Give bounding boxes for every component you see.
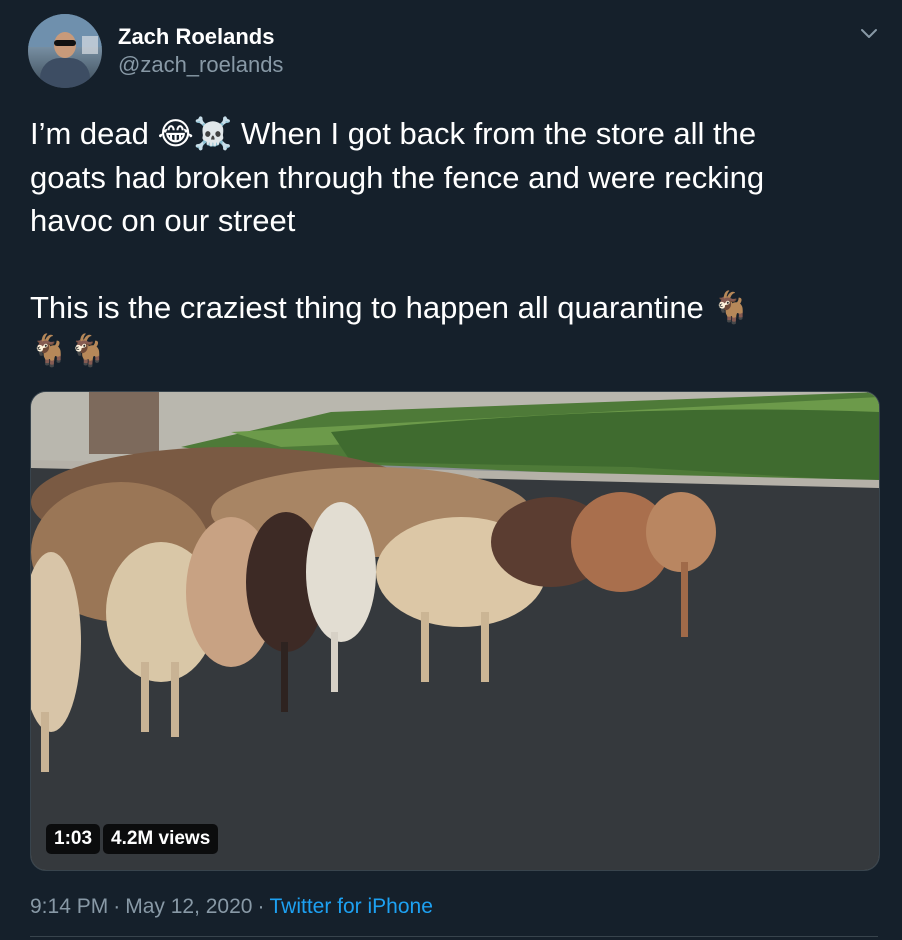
tweet-card: Zach Roelands @zach_roelands I’m dead 😂☠… — [0, 0, 902, 940]
video-thumbnail — [31, 392, 879, 870]
meta-separator: · — [257, 895, 265, 918]
tweet-text: I’m dead 😂☠️ When I got back from the st… — [30, 112, 880, 373]
video-player[interactable] — [30, 391, 880, 871]
tweet-time[interactable]: 9:14 PM — [30, 895, 108, 918]
tweet-text-line: This is the craziest thing to happen all… — [30, 290, 752, 325]
tweet-meta: 9:14 PM · May 12, 2020 · Twitter for iPhone — [30, 895, 433, 919]
tweet-text-line: havoc on our street — [30, 203, 296, 238]
tweet-text-line: I’m dead 😂☠️ When I got back from the st… — [30, 116, 757, 151]
tweet-text-line: goats had broken through the fence and w… — [30, 159, 765, 195]
author-handle[interactable]: @zach_roelands — [118, 52, 283, 78]
chevron-down-icon[interactable] — [858, 22, 880, 44]
tweet-text-line: 🐐🐐 — [30, 332, 108, 369]
tweet-date[interactable]: May 12, 2020 — [125, 895, 252, 918]
avatar[interactable] — [28, 14, 102, 88]
divider — [30, 936, 878, 937]
author-display-name[interactable]: Zach Roelands — [118, 24, 274, 50]
meta-separator: · — [113, 895, 121, 918]
video-duration-badge: 1:03 — [46, 824, 101, 854]
video-views-badge: 4.2M views — [103, 824, 219, 854]
tweet-source-link[interactable]: Twitter for iPhone — [269, 895, 432, 918]
